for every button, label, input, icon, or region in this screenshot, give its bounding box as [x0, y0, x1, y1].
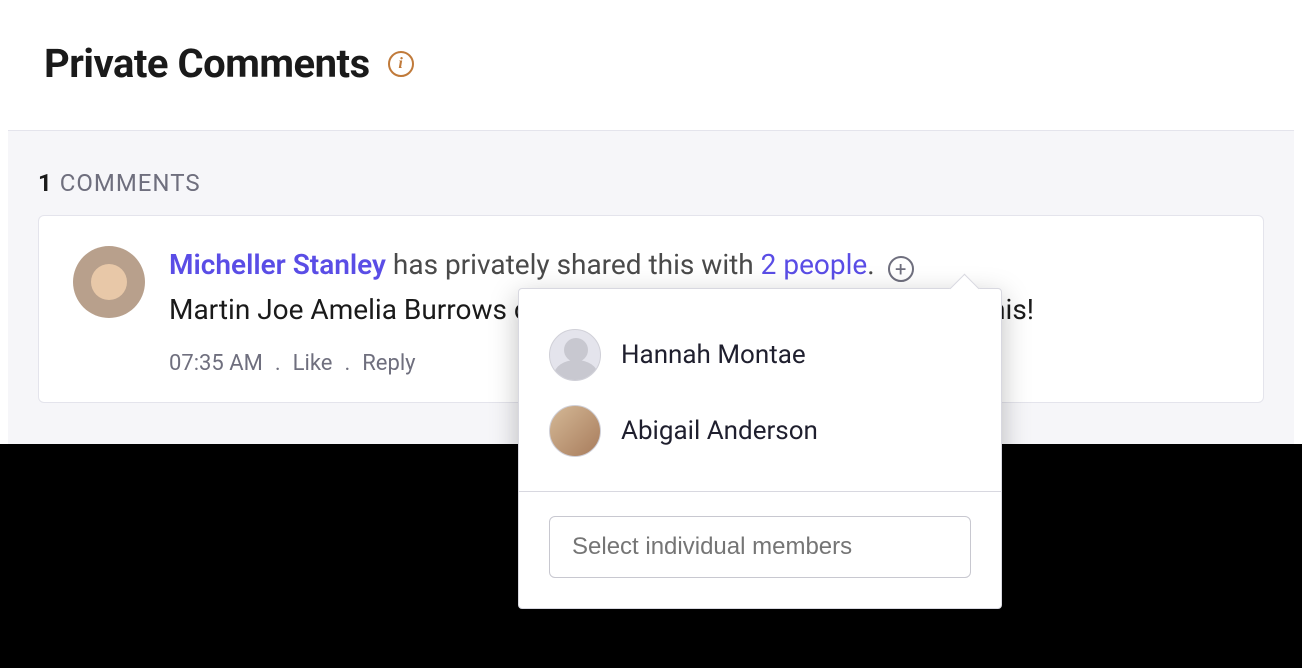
separator-dot: . — [275, 351, 281, 376]
share-text-middle: has privately shared this with — [386, 248, 761, 281]
member-name: Abigail Anderson — [621, 416, 818, 446]
shared-with-popover: Hannah Montae Abigail Anderson — [518, 288, 1002, 609]
share-text-end: . — [867, 248, 874, 281]
comments-count: 1 COMMENTS — [38, 169, 1264, 197]
avatar — [549, 405, 601, 457]
select-members-input[interactable] — [549, 516, 971, 578]
comment-time: 07:35 AM — [169, 351, 263, 376]
like-button[interactable]: Like — [293, 351, 333, 376]
comments-count-label: COMMENTS — [60, 169, 201, 197]
plus-circle-icon[interactable]: + — [888, 256, 914, 282]
separator-dot: . — [344, 351, 350, 376]
section-header: Private Comments i — [0, 0, 1302, 113]
info-icon[interactable]: i — [388, 51, 414, 77]
member-name: Hannah Montae — [621, 340, 806, 370]
avatar — [549, 329, 601, 381]
avatar[interactable] — [73, 246, 145, 318]
page-title: Private Comments — [44, 40, 370, 87]
member-row[interactable]: Hannah Montae — [549, 317, 971, 393]
comments-count-number: 1 — [38, 169, 53, 197]
people-link[interactable]: 2 people — [761, 248, 868, 281]
author-name[interactable]: Micheller Stanley — [169, 248, 386, 281]
reply-button[interactable]: Reply — [362, 351, 415, 376]
member-list: Hannah Montae Abigail Anderson — [519, 289, 1001, 491]
popover-footer — [519, 491, 1001, 608]
member-row[interactable]: Abigail Anderson — [549, 393, 971, 469]
share-line: Micheller Stanley has privately shared t… — [169, 246, 1229, 284]
